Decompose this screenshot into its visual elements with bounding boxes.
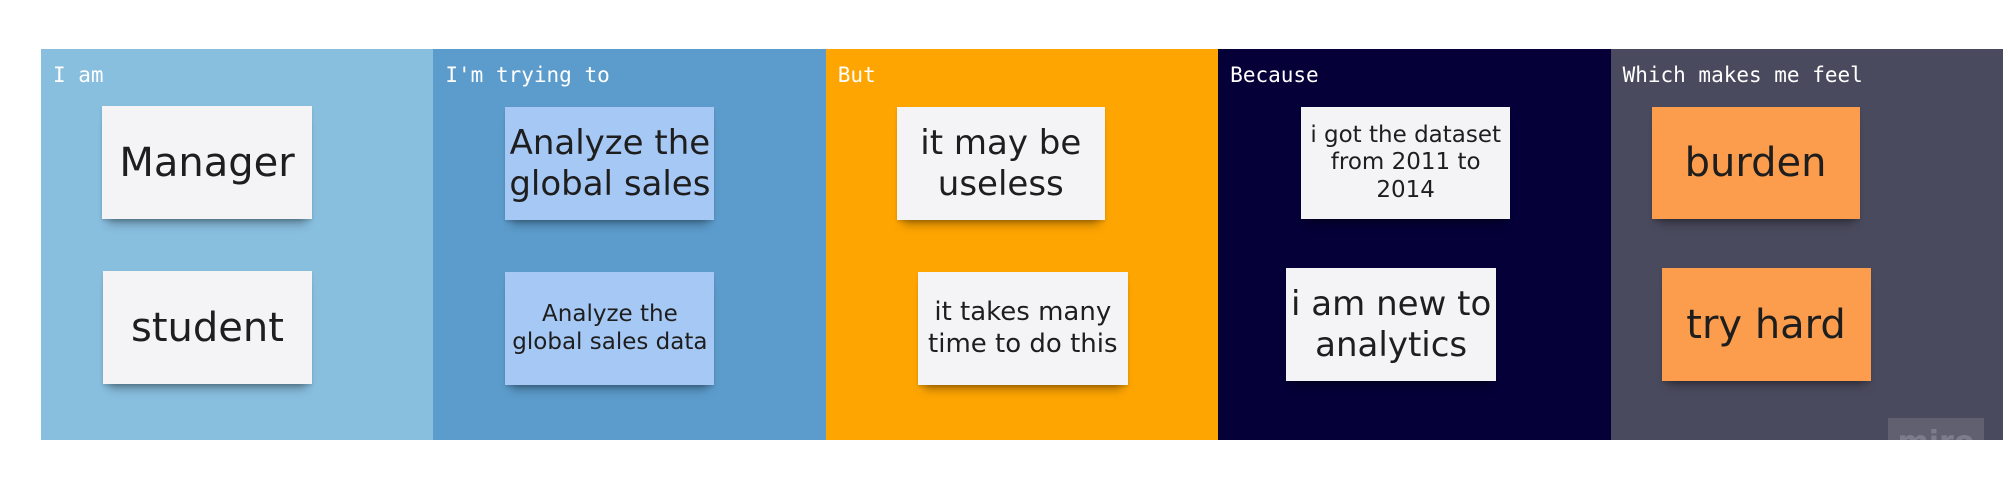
column-title: But bbox=[837, 63, 876, 87]
sticky-note[interactable]: it takes many time to do this bbox=[917, 272, 1128, 385]
sticky-note[interactable]: i am new to analytics bbox=[1286, 268, 1497, 381]
column-makes-me-feel: Which makes me feel burden try hard bbox=[1610, 49, 2003, 440]
sticky-note[interactable]: Manager bbox=[102, 106, 312, 219]
sticky-note[interactable]: Analyze the global sales data bbox=[505, 272, 715, 385]
column-title: Because bbox=[1230, 63, 1319, 87]
sticky-note[interactable]: i got the dataset from 2011 to 2014 bbox=[1301, 107, 1511, 219]
column-i-am: I am Manager student bbox=[41, 49, 434, 440]
column-trying-to: I'm trying to Analyze the global sales A… bbox=[433, 49, 826, 440]
column-title: I'm trying to bbox=[445, 63, 610, 87]
sticky-note[interactable]: Analyze the global sales bbox=[505, 107, 715, 220]
empathy-board: I am Manager student I'm trying to Analy… bbox=[41, 49, 2003, 440]
column-title: Which makes me feel bbox=[1622, 63, 1863, 87]
sticky-note[interactable]: burden bbox=[1651, 107, 1860, 219]
miro-watermark: miro bbox=[1888, 418, 1984, 440]
column-because: Because i got the dataset from 2011 to 2… bbox=[1218, 49, 1611, 440]
sticky-note[interactable]: student bbox=[103, 271, 312, 384]
column-title: I am bbox=[53, 63, 104, 87]
column-but: But it may be useless it takes many time… bbox=[825, 49, 1219, 440]
sticky-note[interactable]: try hard bbox=[1661, 268, 1871, 381]
sticky-note[interactable]: it may be useless bbox=[896, 107, 1105, 220]
